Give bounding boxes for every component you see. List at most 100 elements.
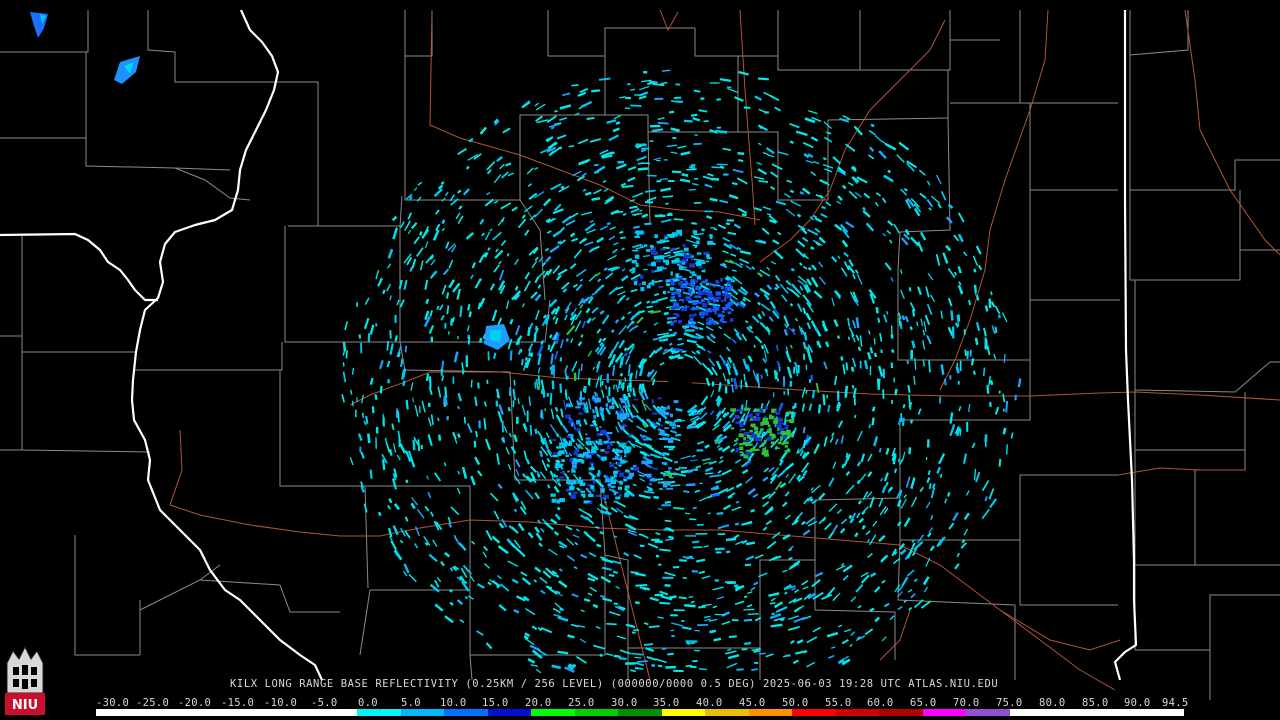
echo-streak — [401, 369, 406, 380]
echo-streak — [647, 81, 654, 86]
echo-streak — [662, 195, 674, 198]
echo-cell — [667, 279, 671, 283]
echo-streak — [845, 452, 849, 458]
echo-streak — [652, 83, 665, 87]
echo-cell — [678, 282, 682, 286]
echo-cell — [689, 314, 694, 317]
echo-cell — [573, 452, 576, 455]
echo-streak — [808, 379, 812, 384]
echo-cell — [760, 428, 765, 430]
echo-streak — [637, 167, 649, 171]
echo-cell — [578, 412, 583, 415]
echo-streak — [696, 523, 704, 526]
echo-cell — [633, 398, 639, 401]
echo-cell — [580, 453, 585, 458]
echo-cell — [669, 423, 672, 427]
echo-streak — [612, 570, 619, 574]
echo-streak — [560, 185, 565, 190]
color-scale-segment — [357, 709, 401, 716]
echo-cell — [554, 465, 561, 468]
color-scale-segment — [226, 709, 271, 716]
echo-streak — [478, 337, 483, 343]
echo-cell — [651, 412, 658, 415]
echo-cell — [670, 296, 674, 299]
echo-streak — [568, 667, 573, 670]
echo-cell — [670, 413, 673, 418]
color-scale-segment — [1053, 709, 1097, 716]
echo-cell — [692, 301, 697, 305]
echo-streak — [928, 483, 932, 490]
echo-streak — [571, 84, 579, 87]
echo-streak — [558, 146, 563, 150]
echo-streak — [678, 596, 687, 600]
echo-streak — [673, 218, 684, 221]
echo-cell — [722, 291, 729, 294]
echo-cell — [663, 474, 666, 477]
echo-cell — [614, 449, 620, 452]
echo-streak — [1006, 444, 1008, 455]
echo-cell — [777, 417, 783, 422]
echo-streak — [666, 316, 677, 320]
echo-cell — [736, 409, 742, 412]
echo-streak — [713, 228, 718, 231]
echo-cell — [709, 234, 713, 238]
echo-streak — [565, 337, 569, 342]
echo-cell — [592, 480, 596, 485]
echo-streak — [690, 113, 698, 117]
echo-streak — [440, 181, 445, 186]
echo-streak — [365, 415, 369, 425]
echo-streak — [966, 350, 969, 359]
echo-streak — [745, 541, 756, 546]
scale-label: 70.0 — [953, 697, 980, 709]
echo-cell — [627, 434, 631, 437]
echo-streak — [916, 321, 919, 327]
echo-cell — [551, 498, 556, 503]
echo-cell — [738, 433, 744, 438]
echo-cell — [592, 440, 596, 443]
color-scale-segment — [922, 709, 967, 716]
scale-label: 10.0 — [440, 697, 467, 709]
echo-cell — [707, 240, 714, 245]
echo-cell — [621, 399, 625, 404]
echo-streak — [632, 483, 637, 487]
echo-cell — [750, 433, 757, 438]
echo-cell — [759, 431, 762, 434]
echo-streak — [970, 358, 975, 366]
echo-streak — [871, 417, 875, 426]
echo-streak — [557, 650, 569, 655]
echo-cell — [585, 437, 591, 440]
echo-streak — [698, 327, 704, 331]
echo-streak — [725, 550, 731, 554]
echo-streak — [671, 634, 675, 638]
echo-cell — [715, 296, 721, 300]
echo-streak — [984, 434, 988, 443]
scale-label: 45.0 — [739, 697, 766, 709]
echo-cell — [634, 254, 640, 259]
echo-cell — [673, 287, 677, 290]
echo-cell — [780, 436, 783, 441]
echo-cell — [599, 426, 602, 428]
echo-streak — [636, 660, 648, 663]
echo-streak — [524, 427, 528, 433]
scale-label: -25.0 — [136, 697, 170, 709]
echo-cell — [675, 273, 680, 278]
echo-streak — [629, 205, 638, 210]
echo-streak — [459, 305, 463, 318]
echo-streak — [692, 244, 698, 247]
echo-streak — [760, 344, 765, 350]
echo-streak — [379, 385, 383, 394]
color-scale-segment — [270, 709, 314, 716]
echo-streak — [619, 380, 622, 385]
echo-cell — [586, 457, 591, 460]
echo-streak — [798, 262, 803, 266]
echo-cell — [698, 266, 703, 269]
echo-streak — [802, 426, 806, 434]
echo-cell — [601, 456, 607, 461]
echo-cell — [588, 493, 594, 497]
echo-streak — [634, 601, 640, 605]
echo-streak — [807, 266, 812, 271]
echo-cell — [735, 449, 739, 453]
echo-cell — [596, 441, 601, 444]
echo-streak — [405, 399, 409, 410]
echo-cell — [624, 492, 629, 498]
